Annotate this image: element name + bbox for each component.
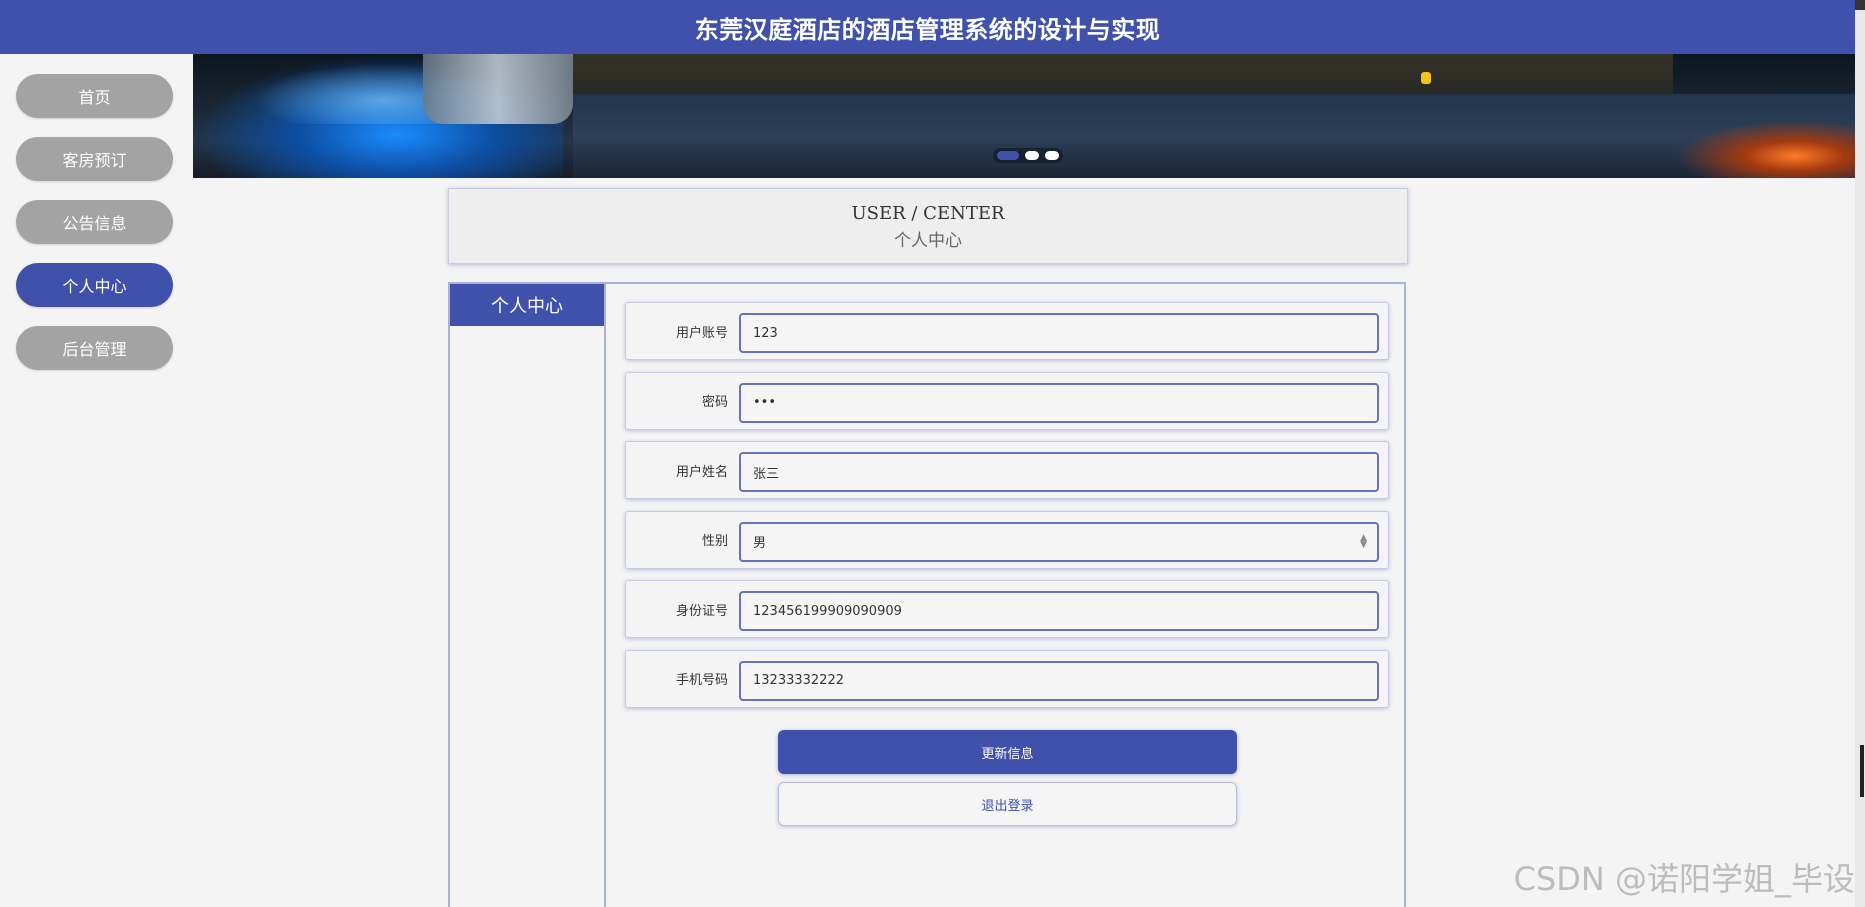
field-label-id-number: 身份证号	[675, 603, 728, 619]
carousel-indicators	[993, 148, 1063, 163]
section-title-card: USER / CENTER 个人中心	[448, 188, 1408, 264]
update-info-button[interactable]: 更新信息	[778, 730, 1237, 774]
banner-image-buoy	[1421, 72, 1431, 84]
gender-select-value[interactable]: 男	[739, 521, 1379, 562]
sidebar-nav: 首页 客房预订 公告信息 个人中心 后台管理	[16, 74, 173, 389]
carousel-dot-1[interactable]	[997, 151, 1019, 160]
phone-input[interactable]	[739, 660, 1379, 701]
page: 东莞汉庭酒店的酒店管理系统的设计与实现 首页 客房预订 公告信息 个人中心 后台…	[0, 0, 1865, 907]
banner-image-pillar	[423, 54, 573, 124]
site-header: 东莞汉庭酒店的酒店管理系统的设计与实现	[0, 0, 1855, 54]
field-label-password: 密码	[701, 395, 728, 410]
field-label-name: 用户姓名	[675, 464, 728, 480]
id-number-input[interactable]	[739, 591, 1379, 631]
form-row-name: 用户姓名	[625, 441, 1389, 499]
name-input[interactable]	[739, 452, 1379, 492]
banner-carousel	[193, 54, 1855, 178]
watermark: CSDN @诺阳学姐_毕设	[1513, 860, 1855, 898]
gender-select[interactable]: 男 ▲ ▼	[739, 521, 1379, 562]
nav-item-announcements[interactable]: 公告信息	[16, 200, 173, 244]
scrollbar-thumb[interactable]	[1860, 745, 1864, 797]
user-center-panel: 个人中心 用户账号 密码 用户姓名 性别 男 ▲▼	[448, 282, 1406, 907]
form-row-password: 密码	[625, 371, 1389, 430]
password-input[interactable]	[739, 382, 1379, 423]
form-row-gender: 性别 男 ▲ ▼	[625, 510, 1389, 569]
nav-item-home[interactable]: 首页	[16, 74, 173, 118]
nav-item-admin[interactable]: 后台管理	[16, 326, 173, 370]
section-title-cn: 个人中心	[894, 231, 962, 251]
banner-image-car-light	[1655, 114, 1855, 178]
page-scrollbar[interactable]	[1855, 10, 1865, 907]
form-row-phone: 手机号码	[625, 649, 1389, 708]
section-title-en: USER / CENTER	[851, 203, 1005, 224]
account-input[interactable]	[739, 313, 1379, 353]
panel-tab-user-center[interactable]: 个人中心	[450, 284, 604, 326]
select-arrows-icon: ▲ ▼	[1360, 532, 1367, 550]
banner-image-shore	[573, 54, 1673, 94]
window-corner	[1855, 0, 1865, 10]
profile-form: 用户账号 密码 用户姓名 性别 男 ▲▼ 身份证号	[625, 302, 1389, 719]
nav-item-user-center[interactable]: 个人中心	[16, 263, 173, 307]
carousel-dot-3[interactable]	[1045, 151, 1059, 160]
site-title: 东莞汉庭酒店的酒店管理系统的设计与实现	[694, 15, 1161, 44]
field-label-account: 用户账号	[675, 325, 728, 341]
panel-sidebar: 个人中心	[450, 284, 606, 907]
field-label-gender: 性别	[701, 534, 728, 549]
form-row-account: 用户账号	[625, 302, 1389, 360]
logout-button[interactable]: 退出登录	[778, 782, 1237, 826]
field-label-phone: 手机号码	[675, 673, 728, 688]
carousel-dot-2[interactable]	[1025, 151, 1039, 160]
nav-item-room-booking[interactable]: 客房预订	[16, 137, 173, 181]
form-row-id-number: 身份证号	[625, 580, 1389, 638]
